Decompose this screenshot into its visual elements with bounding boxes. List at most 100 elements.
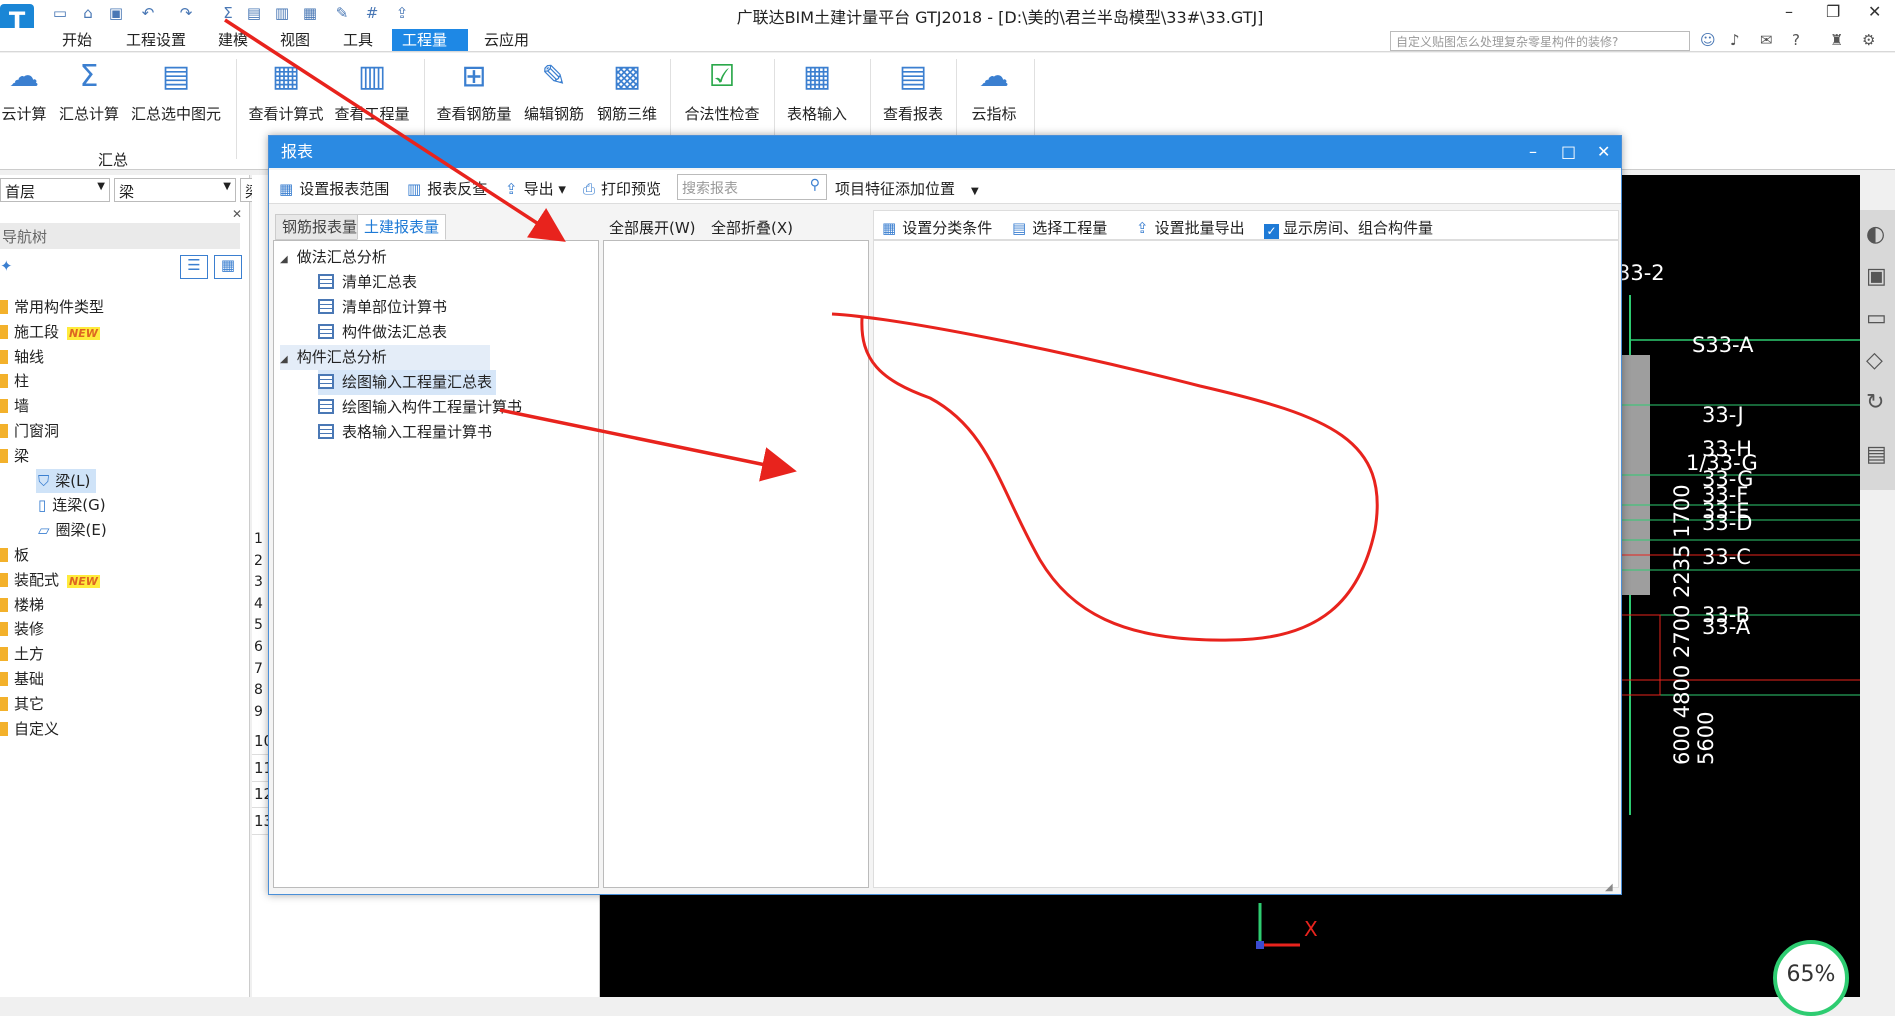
tab-civil-report[interactable]: 土建报表量 [357, 214, 447, 240]
nav-item[interactable]: 楼梯 [0, 593, 44, 617]
resize-grip-icon[interactable]: ◢ [1605, 882, 1613, 893]
expand-all-button[interactable]: 全部展开(W) [609, 217, 696, 238]
tab-quantity[interactable]: 工程量 [392, 29, 468, 51]
checkbox-checked-icon[interactable]: ✓ [1264, 224, 1279, 239]
tab-modeling[interactable]: 建模 [208, 29, 258, 51]
collapse-icon[interactable]: ◢ [280, 347, 292, 372]
top-view-icon[interactable]: ▭ [1866, 306, 1887, 331]
rotate-icon[interactable]: ↻ [1866, 390, 1884, 415]
table-input-button[interactable]: ▦ 表格输入 [784, 57, 850, 124]
report-preview-pane[interactable] [873, 240, 1619, 888]
minimize-button[interactable]: – [1785, 2, 1793, 21]
dialog-maximize-button[interactable]: □ [1561, 136, 1576, 168]
set-report-range-button[interactable]: ▦ 设置报表范围 [279, 178, 389, 199]
close-button[interactable]: ✕ [1868, 2, 1881, 21]
cube-icon[interactable]: ◇ [1866, 348, 1883, 373]
tab-cloud-apps[interactable]: 云应用 [474, 29, 539, 51]
tree-item-bill-summary[interactable]: 清单汇总表 [318, 270, 421, 295]
view-formula-button[interactable]: ▦ 查看计算式 [246, 57, 326, 124]
export-button[interactable]: ⇪ 导出 ▾ [505, 178, 566, 199]
notification-icon[interactable]: ♪ [1730, 31, 1740, 49]
component-type-select[interactable]: 梁 ▼ [114, 178, 236, 202]
summary-selected-button[interactable]: ▤ 汇总选中图元 [128, 57, 224, 124]
tree-item-table-input-calc[interactable]: 表格输入工程量计算书 [318, 420, 496, 445]
tab-view[interactable]: 视图 [270, 29, 320, 51]
open-file-icon[interactable]: ⌂ [78, 4, 98, 22]
orbit-icon[interactable]: ◐ [1866, 222, 1885, 247]
view-quantity-button[interactable]: ▥ 查看工程量 [332, 57, 412, 124]
nav-item[interactable]: 板 [0, 543, 29, 567]
nav-item[interactable]: 装配式 NEW [0, 568, 100, 592]
select-quantity-button[interactable]: ▤ 选择工程量 [1012, 217, 1107, 238]
tree-group-component-summary[interactable]: ◢ 构件汇总分析 [280, 345, 490, 370]
batch-export-button[interactable]: ⇪ 设置批量导出 [1136, 217, 1245, 238]
tab-project-settings[interactable]: 工程设置 [116, 29, 196, 51]
nav-sub-item[interactable]: ▱ 圈梁(E) [36, 518, 113, 542]
layers-icon[interactable]: ▤ [1866, 442, 1887, 467]
tree-item-bill-part-calc[interactable]: 清单部位计算书 [318, 295, 451, 320]
collapse-all-button[interactable]: 全部折叠(X) [711, 217, 793, 238]
nav-item[interactable]: 门窗洞 [0, 419, 59, 443]
close-icon[interactable]: ✕ [232, 207, 242, 221]
quick-tool-icon-1[interactable]: ▤ [244, 4, 264, 22]
tree-item-drawing-quantity-summary[interactable]: 绘图输入工程量汇总表 [318, 370, 497, 395]
floor-select[interactable]: 首层 ▼ [0, 178, 110, 202]
tree-group-method-summary[interactable]: ◢ 做法汇总分析 [280, 245, 391, 270]
nav-sub-item[interactable]: ⛉ 梁(L) [36, 468, 97, 493]
nav-item[interactable]: 柱 [0, 369, 29, 393]
new-file-icon[interactable]: ▭ [50, 4, 70, 22]
save-icon[interactable]: ▣ [106, 4, 126, 22]
tree-item-component-method-summary[interactable]: 构件做法汇总表 [318, 320, 451, 345]
help-icon[interactable]: ? [1792, 31, 1800, 49]
list-view-icon[interactable]: ☰ [180, 255, 208, 279]
nav-item[interactable]: 梁 [0, 444, 29, 468]
sigma-quick-icon[interactable]: Σ [218, 4, 238, 22]
nav-sub-item[interactable]: ▯ 连梁(G) [36, 493, 112, 517]
settings-icon[interactable]: ⚙ [1862, 31, 1875, 49]
restore-button[interactable]: ❐ [1826, 2, 1840, 21]
nav-item[interactable]: 基础 [0, 667, 44, 691]
nav-item[interactable]: 轴线 [0, 345, 44, 369]
view-3d-icon[interactable]: ▣ [1866, 264, 1887, 289]
rebar-3d-button[interactable]: ▩ 钢筋三维 [594, 57, 660, 124]
quick-export-icon[interactable]: ⇪ [392, 4, 412, 22]
nav-item[interactable]: 墙 [0, 394, 29, 418]
nav-item[interactable]: 自定义 [0, 717, 59, 741]
quick-tool-icon-2[interactable]: ▥ [272, 4, 292, 22]
report-reverse-button[interactable]: ▥ 报表反查 [407, 178, 487, 199]
feature-position-select[interactable]: 项目特征添加位置 ▼ [835, 178, 979, 199]
edit-rebar-button[interactable]: ✎ 编辑钢筋 [522, 57, 586, 124]
nav-item[interactable]: 其它 [0, 692, 44, 716]
redo-icon[interactable]: ↷ [176, 4, 196, 22]
quick-tool-icon-3[interactable]: ▦ [300, 4, 320, 22]
view-report-button[interactable]: ▤ 查看报表 [880, 57, 946, 124]
tab-start[interactable]: 开始 [52, 29, 102, 51]
grid-view-icon[interactable]: ▦ [214, 255, 242, 279]
tab-tools[interactable]: 工具 [333, 29, 383, 51]
tree-item-drawing-component-calc[interactable]: 绘图输入构件工程量计算书 [318, 395, 526, 420]
nav-item[interactable]: 施工段 NEW [0, 320, 100, 344]
dialog-minimize-button[interactable]: – [1529, 136, 1537, 168]
quick-edit-icon[interactable]: ✎ [332, 4, 352, 22]
user-icon[interactable]: ☺ [1700, 31, 1716, 49]
report-search-input[interactable]: 搜索报表 ⚲ [677, 174, 827, 200]
validity-check-button[interactable]: ☑ 合法性检查 [680, 57, 764, 124]
middle-pane[interactable] [603, 240, 869, 888]
set-condition-button[interactable]: ▦ 设置分类条件 [882, 217, 992, 238]
nav-item[interactable]: 土方 [0, 642, 44, 666]
pin-icon[interactable]: ✦ [0, 257, 13, 275]
message-icon[interactable]: ✉ [1760, 31, 1773, 49]
view-rebar-button[interactable]: ⊞ 查看钢筋量 [434, 57, 514, 124]
collapse-icon[interactable]: ◢ [280, 247, 292, 272]
dialog-close-button[interactable]: ✕ [1597, 136, 1610, 168]
print-preview-button[interactable]: ⎙ 打印预览 [583, 178, 661, 199]
tab-rebar-report[interactable]: 钢筋报表量 [275, 214, 365, 240]
nav-item[interactable]: 常用构件类型 [0, 295, 104, 319]
cloud-calc-button[interactable]: ☁ 云计算 [0, 57, 48, 124]
search-icon[interactable]: ⚲ [810, 177, 820, 193]
help-search-input[interactable]: 自定义贴图怎么处理复杂零星构件的装修? [1390, 31, 1690, 51]
summary-calc-button[interactable]: Σ 汇总计算 [54, 57, 124, 124]
show-rooms-checkbox[interactable]: ✓ 显示房间、组合构件量 [1264, 217, 1433, 239]
skin-icon[interactable]: ♜ [1830, 31, 1843, 49]
quick-grid-icon[interactable]: # [362, 4, 382, 22]
